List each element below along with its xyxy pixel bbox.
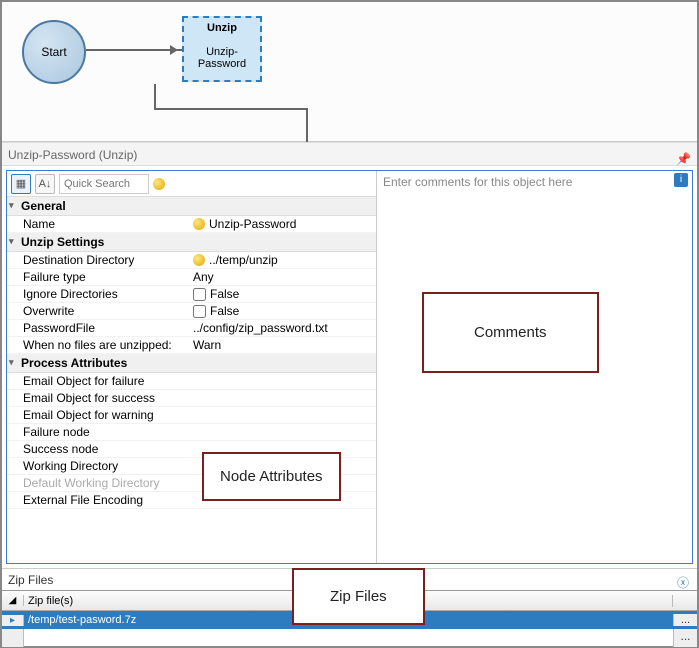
prop-value[interactable]: Unzip-Password (193, 217, 376, 231)
zipfiles-title: Zip Files (8, 573, 53, 587)
prop-label: PasswordFile (23, 321, 193, 335)
prop-row-emailwarn: Email Object for warning (7, 407, 376, 424)
annotation-zipfiles: Zip Files (292, 568, 425, 625)
prop-value[interactable]: False (193, 287, 376, 301)
prop-value[interactable]: False (193, 304, 376, 318)
prop-row-failtype: Failure type Any (7, 269, 376, 286)
indicator-icon (193, 218, 205, 230)
connector-line (306, 108, 308, 142)
prop-label: Overwrite (23, 304, 193, 318)
left-panel: ▦ A↓ General Name Unzip-Password Unzip S… (7, 171, 377, 563)
unzip-node-title: Unzip (184, 18, 260, 34)
prop-row-ignoredirs: Ignore Directories False (7, 286, 376, 303)
connector-line (154, 84, 156, 110)
prop-row-destdir: Destination Directory ../temp/unzip (7, 252, 376, 269)
prop-label: Failure type (23, 270, 193, 284)
table-row[interactable]: ... (2, 629, 697, 647)
comments-placeholder: Enter comments for this object here (383, 175, 686, 189)
info-icon[interactable]: i (674, 173, 688, 187)
prop-value[interactable]: ../temp/unzip (193, 253, 376, 267)
ignoredirs-checkbox[interactable] (193, 288, 206, 301)
property-toolbar: ▦ A↓ (7, 171, 376, 197)
prop-label: When no files are unzipped: (23, 338, 193, 352)
prop-row-name: Name Unzip-Password (7, 216, 376, 233)
prop-value[interactable]: ../config/zip_password.txt (193, 321, 376, 335)
prop-label: Ignore Directories (23, 287, 193, 301)
prop-row-emailfail: Email Object for failure (7, 373, 376, 390)
panel-title-text: Unzip-Password (Unzip) (8, 148, 137, 162)
prop-row-emailsucc: Email Object for success (7, 390, 376, 407)
start-node-label: Start (41, 45, 66, 59)
annotation-node-attributes: Node Attributes (202, 452, 341, 501)
section-general[interactable]: General (7, 197, 376, 216)
prop-row-nofiles: When no files are unzipped: Warn (7, 337, 376, 354)
connector-arrow (86, 49, 182, 51)
section-unzip[interactable]: Unzip Settings (7, 233, 376, 252)
row-handle-icon[interactable]: ▸ (2, 615, 24, 626)
search-input[interactable] (59, 174, 149, 194)
browse-button[interactable]: ... (673, 629, 697, 647)
categorized-view-button[interactable]: ▦ (11, 174, 31, 194)
zipfile-path-cell[interactable] (24, 629, 673, 647)
expand-icon[interactable]: ◢ (2, 595, 24, 606)
prop-value[interactable]: Any (193, 270, 376, 284)
prop-row-pwfile: PasswordFile ../config/zip_password.txt (7, 320, 376, 337)
annotation-comments: Comments (422, 292, 599, 373)
prop-value[interactable]: Warn (193, 338, 376, 352)
unzip-node[interactable]: Unzip Unzip-Password (182, 16, 262, 82)
connector-line (154, 108, 308, 110)
sort-az-button[interactable]: A↓ (35, 174, 55, 194)
pin-icon[interactable]: 📌 (676, 147, 691, 171)
panel-title-bar: Unzip-Password (Unzip) 📌 (2, 142, 697, 166)
prop-row-overwrite: Overwrite False (7, 303, 376, 320)
prop-label: Destination Directory (23, 253, 193, 267)
section-process[interactable]: Process Attributes (7, 354, 376, 373)
property-grid[interactable]: General Name Unzip-Password Unzip Settin… (7, 197, 376, 563)
start-node[interactable]: Start (22, 20, 86, 84)
indicator-icon (153, 178, 165, 190)
row-handle-icon[interactable] (2, 629, 24, 647)
indicator-icon (193, 254, 205, 266)
prop-row-failnode: Failure node (7, 424, 376, 441)
close-icon[interactable]: ⓧ (677, 572, 689, 594)
browse-button[interactable]: ... (673, 614, 697, 626)
diagram-canvas[interactable]: Start Unzip Unzip-Password (2, 2, 697, 142)
prop-label: Name (23, 217, 193, 231)
unzip-node-subtitle: Unzip-Password (184, 34, 260, 70)
overwrite-checkbox[interactable] (193, 305, 206, 318)
